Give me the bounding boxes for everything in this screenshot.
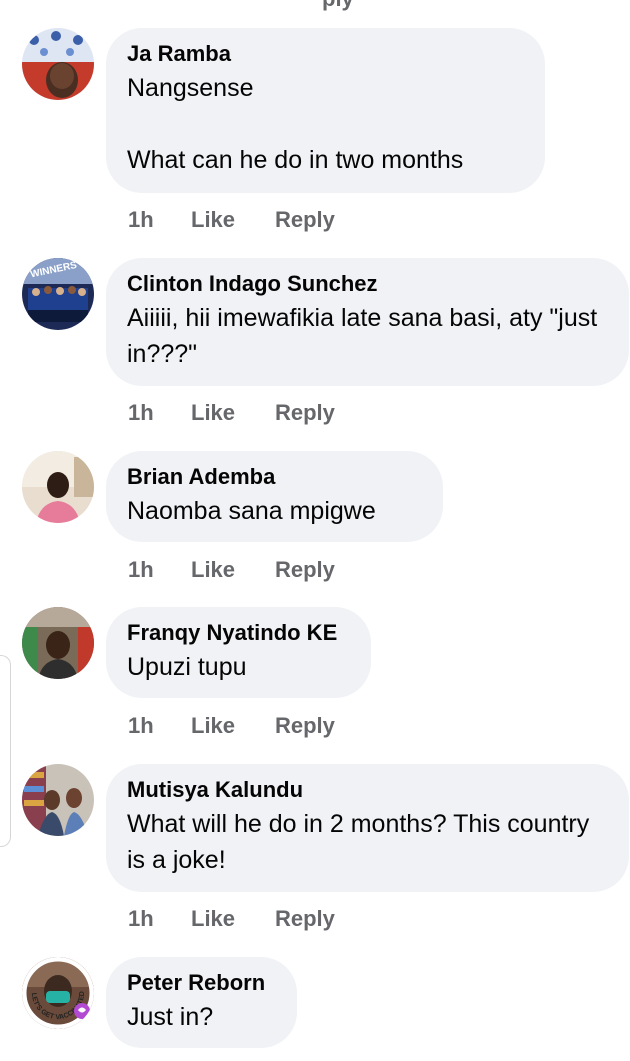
comment-text: Naomba sana mpigwe [127, 497, 376, 525]
like-button[interactable]: Like [191, 207, 275, 233]
comment-bubble: Peter Reborn Just in? [106, 957, 297, 1048]
comment-author[interactable]: Ja Ramba [127, 40, 523, 68]
like-button[interactable]: Like [191, 906, 275, 932]
reply-button[interactable]: Reply [275, 400, 335, 426]
comment-author[interactable]: Mutisya Kalundu [127, 776, 607, 804]
avatar[interactable] [22, 28, 94, 100]
reply-button[interactable]: Reply [275, 207, 335, 233]
comment-timestamp[interactable]: 1h [128, 906, 191, 932]
comment-actions: 1h Like Reply [128, 906, 335, 932]
previous-action-fragment: ply [322, 0, 354, 12]
comment-text: Nangsense What can he do in two months [127, 74, 464, 174]
comment-actions: 1h Like Reply [128, 557, 335, 583]
profile-photo-icon [22, 607, 94, 679]
profile-photo-icon: WINNERS [22, 258, 94, 330]
like-button[interactable]: Like [191, 713, 275, 739]
comment-author[interactable]: Franqy Nyatindo KE [127, 619, 349, 647]
comment-bubble: Brian Ademba Naomba sana mpigwe [106, 451, 443, 542]
comment-bubble: Franqy Nyatindo KE Upuzi tupu [106, 607, 371, 698]
comment-text: What will he do in 2 months? This countr… [127, 810, 590, 874]
avatar[interactable] [22, 764, 94, 836]
comment-timestamp[interactable]: 1h [128, 557, 191, 583]
comment-timestamp[interactable]: 1h [128, 400, 191, 426]
comment-actions: 1h Like Reply [128, 400, 335, 426]
comment-bubble: Ja Ramba Nangsense What can he do in two… [106, 28, 545, 193]
comment-timestamp[interactable]: 1h [128, 713, 191, 739]
side-edge-tab[interactable] [0, 655, 11, 847]
avatar[interactable] [22, 451, 94, 523]
comment-author[interactable]: Clinton Indago Sunchez [127, 270, 607, 298]
comment-actions: 1h Like Reply [128, 207, 335, 233]
reply-button[interactable]: Reply [275, 557, 335, 583]
like-button[interactable]: Like [191, 557, 275, 583]
avatar[interactable]: LET'S GET VACCINATED [22, 957, 94, 1029]
like-button[interactable]: Like [191, 400, 275, 426]
avatar[interactable] [22, 607, 94, 679]
profile-photo-icon [22, 451, 94, 523]
profile-photo-icon: LET'S GET VACCINATED [22, 957, 94, 1029]
profile-photo-icon [22, 764, 94, 836]
comment-text: Aiiiii, hii imewafikia late sana basi, a… [127, 304, 598, 368]
reply-button[interactable]: Reply [275, 906, 335, 932]
comment-bubble: Mutisya Kalundu What will he do in 2 mon… [106, 764, 629, 892]
comment-timestamp[interactable]: 1h [128, 207, 191, 233]
comment-author[interactable]: Peter Reborn [127, 969, 275, 997]
comment-author[interactable]: Brian Ademba [127, 463, 421, 491]
profile-photo-icon [22, 28, 94, 100]
reply-button[interactable]: Reply [275, 713, 335, 739]
comment-text: Upuzi tupu [127, 653, 247, 681]
comment-text: Just in? [127, 1003, 214, 1031]
comment-bubble: Clinton Indago Sunchez Aiiiii, hii imewa… [106, 258, 629, 386]
avatar[interactable]: WINNERS [22, 258, 94, 330]
comment-actions: 1h Like Reply [128, 713, 335, 739]
comments-page: ply Ja Ramba Nangsense What can he do in… [0, 0, 630, 1061]
